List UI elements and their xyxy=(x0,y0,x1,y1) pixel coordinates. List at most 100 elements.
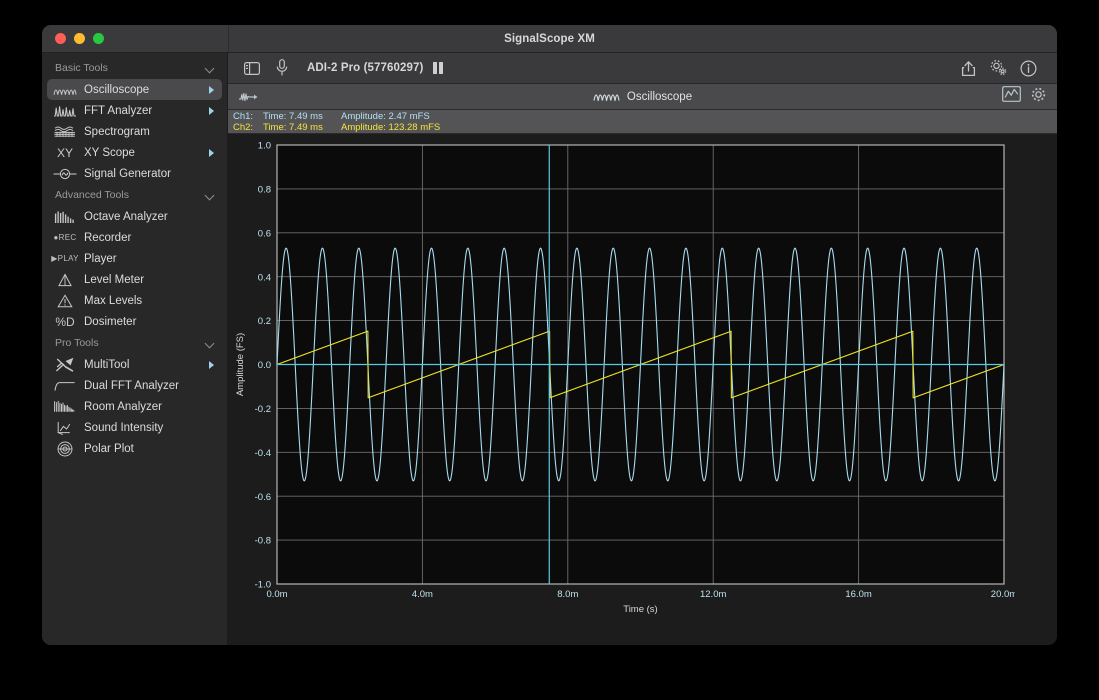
fft-peaks-icon xyxy=(51,103,79,119)
svg-text:4.0m: 4.0m xyxy=(412,589,433,600)
svg-text:Amplitude (FS): Amplitude (FS) xyxy=(235,333,246,396)
sidebar-item-label: Recorder xyxy=(84,232,209,244)
svg-text:20.0m: 20.0m xyxy=(991,589,1015,600)
chevron-down-icon[interactable] xyxy=(205,190,216,201)
app-window: SignalScope XM Basic Tools Oscilloscope FF… xyxy=(42,25,1057,645)
device-name[interactable]: ADI-2 Pro (57760297) xyxy=(307,62,423,74)
sidebar-item-label: Octave Analyzer xyxy=(84,211,209,223)
gears-icon[interactable] xyxy=(985,57,1011,79)
sidebar-item-multitool[interactable]: MultiTool xyxy=(47,354,222,375)
readout-ch1-time: Time: 7.49 ms xyxy=(263,111,341,122)
multitool-icon xyxy=(51,357,79,373)
svg-text:-0.4: -0.4 xyxy=(255,448,271,459)
sidebar-item-label: Dosimeter xyxy=(84,316,209,328)
sidebar-item-label: Signal Generator xyxy=(84,168,209,180)
sidebar-item-label: Room Analyzer xyxy=(84,401,209,413)
sidebar-item-polar-plot[interactable]: Polar Plot xyxy=(47,438,222,459)
title-bar: SignalScope XM xyxy=(42,25,1057,53)
sidebar-item-fft-analyzer[interactable]: FFT Analyzer xyxy=(47,100,222,121)
readout-ch2-time: Time: 7.49 ms xyxy=(263,122,341,133)
svg-text:-0.6: -0.6 xyxy=(255,492,271,503)
level-meter-icon xyxy=(51,272,79,288)
sidebar-section-advanced-tools[interactable]: Advanced Tools xyxy=(42,184,227,206)
sidebar-item-player[interactable]: ▶PLAYPlayer xyxy=(47,248,222,269)
chevron-down-icon[interactable] xyxy=(205,63,216,74)
microphone-icon[interactable] xyxy=(269,57,295,79)
readout-ch2-label: Ch2: xyxy=(233,122,263,133)
readout-ch1-amplitude: Amplitude: 2.47 mFS xyxy=(341,111,430,122)
sidebar-item-label: Dual FFT Analyzer xyxy=(84,380,209,392)
submenu-arrow-icon[interactable] xyxy=(209,361,214,369)
svg-text:0.2: 0.2 xyxy=(258,316,271,327)
sidebar-item-recorder[interactable]: ●REC Recorder xyxy=(47,227,222,248)
sidebar-panel-icon[interactable] xyxy=(239,57,265,79)
readout-ch2-amplitude: Amplitude: 123.28 mFS xyxy=(341,122,440,133)
sidebar-section-label: Advanced Tools xyxy=(55,189,205,201)
sidebar-item-room-analyzer[interactable]: Room Analyzer xyxy=(47,396,222,417)
sidebar-item-label: Level Meter xyxy=(84,274,209,286)
readout-ch1-label: Ch1: xyxy=(233,111,263,122)
play-text-icon: ▶PLAY xyxy=(51,251,79,267)
warning-triangle-icon xyxy=(51,293,79,309)
spectrogram-icon xyxy=(51,124,79,140)
sidebar-item-dosimeter[interactable]: %DDosimeter xyxy=(47,311,222,332)
pause-icon[interactable] xyxy=(433,62,443,74)
rec-text-icon: ●REC xyxy=(51,230,79,246)
chevron-down-icon[interactable] xyxy=(205,338,216,349)
svg-text:12.0m: 12.0m xyxy=(700,589,726,600)
sidebar-item-label: MultiTool xyxy=(84,359,209,371)
oscilloscope-plot[interactable]: 1.00.80.60.40.20.0-0.2-0.4-0.6-0.8-1.00.… xyxy=(228,134,1057,645)
svg-text:-0.2: -0.2 xyxy=(255,404,271,415)
sidebar-item-label: XY Scope xyxy=(84,147,209,159)
plot-svg: 1.00.80.60.40.20.0-0.2-0.4-0.6-0.8-1.00.… xyxy=(228,134,1015,624)
sidebar-item-xy-scope[interactable]: XY XY Scope xyxy=(47,142,222,163)
sidebar: Basic Tools Oscilloscope FFT Analyzer Spect… xyxy=(42,53,228,645)
module-header: Oscilloscope xyxy=(228,84,1057,110)
readout-row-ch1: Ch1: Time: 7.49 ms Amplitude: 2.47 mFS xyxy=(233,111,1057,122)
submenu-arrow-icon[interactable] xyxy=(209,149,214,157)
window-title: SignalScope XM xyxy=(42,33,1057,45)
sidebar-section-basic-tools[interactable]: Basic Tools xyxy=(42,57,227,79)
svg-text:0.0m: 0.0m xyxy=(266,589,287,600)
sidebar-item-label: Polar Plot xyxy=(84,443,209,455)
readout-row-ch2: Ch2: Time: 7.49 ms Amplitude: 123.28 mFS xyxy=(233,122,1057,133)
dual-fft-icon xyxy=(51,378,79,394)
submenu-arrow-icon[interactable] xyxy=(209,86,214,94)
sine-wave-icon xyxy=(51,82,79,98)
svg-text:8.0m: 8.0m xyxy=(557,589,578,600)
generator-icon xyxy=(51,166,79,182)
sidebar-item-oscilloscope[interactable]: Oscilloscope xyxy=(47,79,222,100)
window-body: Basic Tools Oscilloscope FFT Analyzer Spect… xyxy=(42,53,1057,645)
sidebar-section-pro-tools[interactable]: Pro Tools xyxy=(42,332,227,354)
sidebar-item-label: Max Levels xyxy=(84,295,209,307)
info-circle-icon[interactable] xyxy=(1015,57,1041,79)
sidebar-item-spectrogram[interactable]: Spectrogram xyxy=(47,121,222,142)
room-decay-icon xyxy=(51,399,79,415)
module-header-actions xyxy=(1002,86,1047,108)
sidebar-item-label: Sound Intensity xyxy=(84,422,209,434)
sine-wave-icon xyxy=(593,88,620,105)
cursor-readout-bar: Ch1: Time: 7.49 ms Amplitude: 2.47 mFS C… xyxy=(228,110,1057,134)
bar-bands-icon xyxy=(51,209,79,225)
svg-text:16.0m: 16.0m xyxy=(845,589,871,600)
module-title-text: Oscilloscope xyxy=(627,91,692,103)
toolbar: ADI-2 Pro (57760297) xyxy=(228,53,1057,84)
sidebar-item-octave-analyzer[interactable]: Octave Analyzer xyxy=(47,206,222,227)
share-icon[interactable] xyxy=(955,57,981,79)
sidebar-item-signal-generator[interactable]: Signal Generator xyxy=(47,163,222,184)
sidebar-item-dual-fft-analyzer[interactable]: Dual FFT Analyzer xyxy=(47,375,222,396)
svg-text:-0.8: -0.8 xyxy=(255,536,271,547)
sidebar-item-label: Spectrogram xyxy=(84,126,209,138)
graph-settings-icon[interactable] xyxy=(1002,86,1021,107)
sidebar-item-max-levels[interactable]: Max Levels xyxy=(47,290,222,311)
gear-icon[interactable] xyxy=(1030,86,1047,108)
sidebar-section-label: Pro Tools xyxy=(55,337,205,349)
sidebar-item-sound-intensity[interactable]: Sound Intensity xyxy=(47,417,222,438)
svg-text:0.0: 0.0 xyxy=(258,360,271,371)
xy-text-icon: XY xyxy=(51,145,79,161)
polar-plot-icon xyxy=(51,441,79,457)
sidebar-item-level-meter[interactable]: Level Meter xyxy=(47,269,222,290)
sidebar-item-label: Oscilloscope xyxy=(84,84,209,96)
submenu-arrow-icon[interactable] xyxy=(209,107,214,115)
waveform-trigger-icon[interactable] xyxy=(236,86,262,108)
